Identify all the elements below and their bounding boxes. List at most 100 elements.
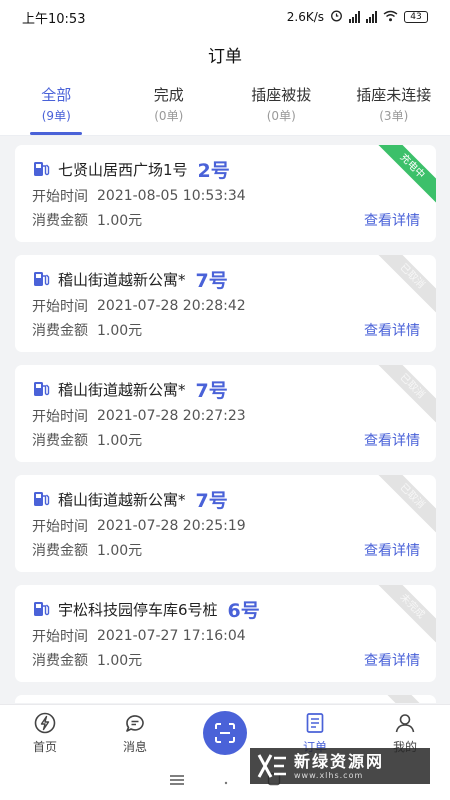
plug-number: 7号 — [195, 489, 228, 512]
order-card[interactable]: 稽山街道越新公寓* 7号 开始时间 2021-07-28 20:28:42 消费… — [15, 255, 436, 352]
nav-home[interactable]: 首页 — [0, 705, 90, 760]
status-bar: 上午10:53 2.6K/s 43 — [0, 0, 450, 34]
start-time-label: 开始时间 — [32, 409, 88, 425]
start-time-row: 开始时间 2021-07-28 20:25:19 — [32, 517, 420, 535]
page-title: 订单 — [208, 46, 242, 67]
amount-row: 消费金额 1.00元 查看详情 — [32, 431, 420, 449]
tab-label: 全部 — [41, 86, 72, 104]
start-time-row: 开始时间 2021-07-28 20:28:42 — [32, 297, 420, 315]
station-name: 稽山街道越新公寓* — [58, 270, 186, 289]
charging-station-icon — [34, 162, 50, 176]
start-time-row: 开始时间 2021-07-27 17:16:04 — [32, 627, 420, 645]
plug-number: 7号 — [195, 269, 228, 292]
station-name: 宇松科技园停车库6号桩 — [58, 600, 218, 619]
start-time-row: 开始时间 2021-07-28 20:27:23 — [32, 407, 420, 425]
order-header: 稽山街道越新公寓* 7号 — [32, 267, 420, 292]
user-icon — [395, 714, 415, 733]
view-details-link[interactable]: 查看详情 — [364, 540, 420, 560]
order-header: 宇松科技园停车库6号桩 6号 — [32, 597, 420, 622]
order-card[interactable]: 稽山街道越新公寓* 7号 开始时间 2021-07-28 20:27:23 消费… — [15, 365, 436, 462]
start-time-label: 开始时间 — [32, 299, 88, 315]
status-indicators: 2.6K/s 43 — [287, 9, 428, 25]
battery-icon: 43 — [404, 11, 428, 23]
amount-value: 1.00元 — [97, 433, 143, 449]
scan-button[interactable] — [203, 711, 247, 755]
lightning-icon — [34, 712, 56, 734]
watermark: 新绿资源网 www.xlhs.com — [250, 748, 430, 784]
tab-unplugged[interactable]: 插座被拔 (0单) — [225, 74, 338, 135]
plug-number: 2号 — [197, 159, 230, 182]
amount-value: 1.00元 — [97, 213, 143, 229]
signal-2-icon — [366, 11, 377, 23]
station-name: 七贤山居西广场1号 — [58, 160, 188, 179]
view-details-link[interactable]: 查看详情 — [364, 210, 420, 230]
view-details-link[interactable]: 查看详情 — [364, 320, 420, 340]
watermark-logo-icon — [257, 754, 286, 778]
tab-count: (0单) — [266, 109, 296, 123]
station-name: 稽山街道越新公寓* — [58, 380, 186, 399]
order-status-tabs: 全部 (9单) 完成 (0单) 插座被拔 (0单) 插座未连接 (3单) — [0, 74, 450, 136]
tab-label: 完成 — [153, 86, 184, 104]
nav-messages[interactable]: 消息 — [90, 705, 180, 760]
start-time-label: 开始时间 — [32, 629, 88, 645]
order-header: 稽山街道越新公寓* 7号 — [32, 377, 420, 402]
start-time-value: 2021-07-27 17:16:04 — [97, 628, 246, 644]
amount-value: 1.00元 — [97, 323, 143, 339]
start-time-label: 开始时间 — [32, 189, 88, 205]
amount-value: 1.00元 — [97, 653, 143, 669]
title-bar: 订单 — [0, 34, 450, 74]
status-time: 上午10:53 — [22, 11, 86, 27]
plug-number: 7号 — [195, 379, 228, 402]
tab-count: (3单) — [379, 109, 409, 123]
chat-icon — [126, 715, 144, 732]
amount-label: 消费金额 — [32, 543, 88, 559]
tab-not-connected[interactable]: 插座未连接 (3单) — [338, 74, 450, 135]
start-time-value: 2021-07-28 20:27:23 — [97, 408, 246, 424]
amount-label: 消费金额 — [32, 433, 88, 449]
tab-completed[interactable]: 完成 (0单) — [113, 74, 226, 135]
plug-number: 6号 — [227, 599, 260, 622]
amount-value: 1.00元 — [97, 543, 143, 559]
alarm-icon — [330, 9, 343, 25]
tab-count: (9单) — [41, 109, 71, 123]
start-time-value: 2021-07-28 20:25:19 — [97, 518, 246, 534]
start-time-label: 开始时间 — [32, 519, 88, 535]
home-dot-icon[interactable] — [223, 771, 229, 790]
watermark-title: 新绿资源网 — [294, 751, 385, 771]
amount-row: 消费金额 1.00元 查看详情 — [32, 211, 420, 229]
amount-row: 消费金额 1.00元 查看详情 — [32, 651, 420, 669]
station-name: 稽山街道越新公寓* — [58, 490, 186, 509]
status-badge — [372, 695, 436, 703]
order-list: 七贤山居西广场1号 2号 开始时间 2021-08-05 10:53:34 消费… — [15, 145, 436, 703]
tab-count: (0单) — [154, 109, 184, 123]
menu-icon[interactable] — [169, 771, 185, 790]
amount-row: 消费金额 1.00元 查看详情 — [32, 541, 420, 559]
amount-label: 消费金额 — [32, 213, 88, 229]
tab-all[interactable]: 全部 (9单) — [0, 74, 113, 135]
tab-label: 插座被拔 — [251, 86, 312, 104]
order-card-partial[interactable] — [15, 695, 436, 703]
order-header: 七贤山居西广场1号 2号 — [32, 157, 420, 182]
start-time-value: 2021-07-28 20:28:42 — [97, 298, 246, 314]
tab-label: 插座未连接 — [356, 86, 432, 104]
order-header: 稽山街道越新公寓* 7号 — [32, 487, 420, 512]
order-card[interactable]: 宇松科技园停车库6号桩 6号 开始时间 2021-07-27 17:16:04 … — [15, 585, 436, 682]
watermark-url: www.xlhs.com — [294, 770, 364, 780]
scan-icon — [215, 723, 235, 743]
order-list-icon — [306, 713, 324, 733]
order-card[interactable]: 七贤山居西广场1号 2号 开始时间 2021-08-05 10:53:34 消费… — [15, 145, 436, 242]
view-details-link[interactable]: 查看详情 — [364, 650, 420, 670]
view-details-link[interactable]: 查看详情 — [364, 430, 420, 450]
start-time-value: 2021-08-05 10:53:34 — [97, 188, 246, 204]
network-speed: 2.6K/s — [286, 10, 324, 24]
signal-icon — [349, 11, 360, 23]
nav-label: 消息 — [122, 740, 147, 754]
amount-row: 消费金额 1.00元 查看详情 — [32, 321, 420, 339]
nav-label: 首页 — [32, 740, 57, 754]
wifi-icon — [383, 10, 398, 25]
start-time-row: 开始时间 2021-08-05 10:53:34 — [32, 187, 420, 205]
amount-label: 消费金额 — [32, 653, 88, 669]
charging-station-icon — [34, 272, 50, 286]
amount-label: 消费金额 — [32, 323, 88, 339]
order-card[interactable]: 稽山街道越新公寓* 7号 开始时间 2021-07-28 20:25:19 消费… — [15, 475, 436, 572]
